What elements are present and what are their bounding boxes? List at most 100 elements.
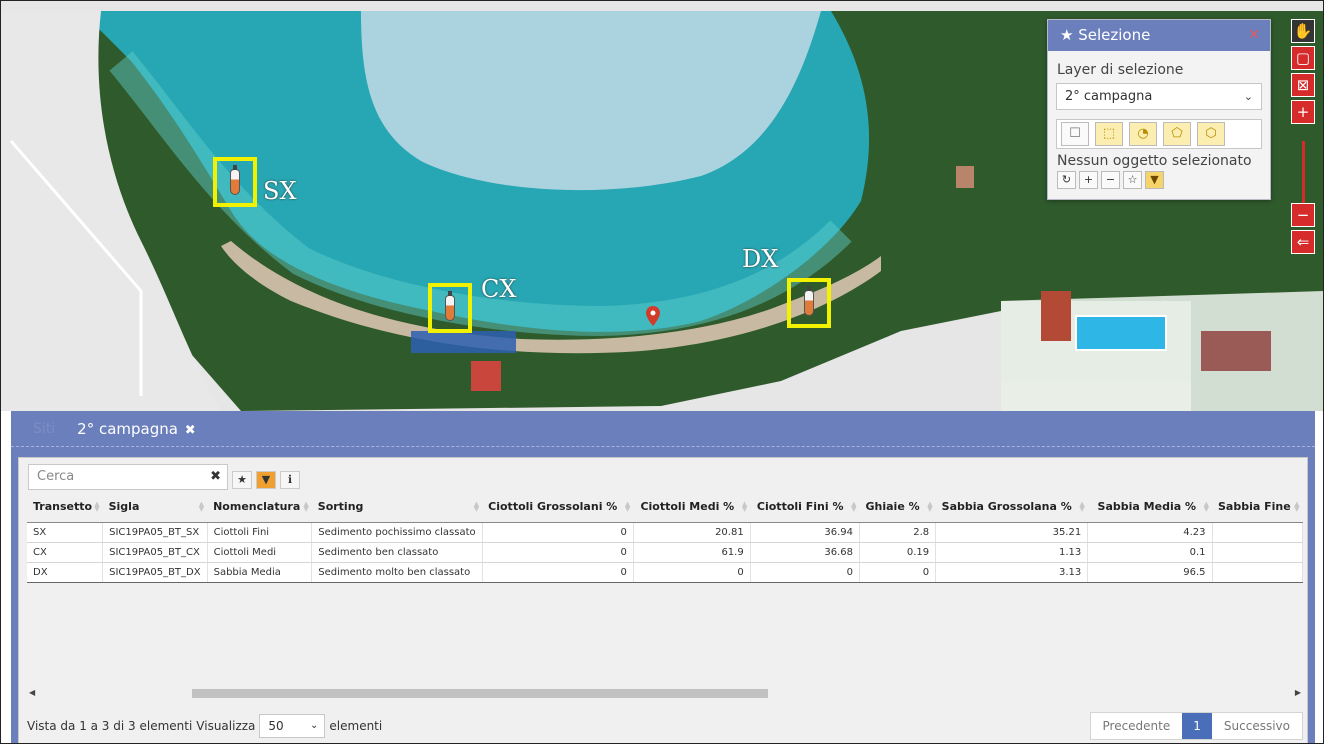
zoom-extent-icon[interactable]: ⊠ [1291, 73, 1315, 97]
table-cell: Sedimento molto ben classato [311, 562, 483, 583]
selection-status: Nessun oggetto selezionato [1057, 153, 1252, 169]
column-header[interactable]: Ciottoli Medi % ▲ ▼ [633, 492, 751, 523]
table-row[interactable]: CX SIC19PA05_BT_CX Ciottoli Medi Sedimento … [27, 542, 1303, 563]
table-cell [1212, 542, 1303, 563]
select-none-icon[interactable]: ☐ [1061, 122, 1089, 146]
select-freehand-icon[interactable]: ⬡ [1197, 122, 1225, 146]
table-cell: 0.1 [1087, 542, 1213, 563]
table-footer: Vista da 1 a 3 di 3 elementi Visualizza … [27, 712, 1303, 740]
sort-icon: ▲ ▼ [1203, 500, 1209, 513]
table-cell: 20.81 [633, 522, 751, 543]
sort-icon: ▲ ▼ [303, 500, 309, 513]
star-icon: ★ [1060, 26, 1074, 44]
map-view[interactable]: SX CX DX ★ Selezione ✕ Layer di selezion… [1, 1, 1323, 411]
column-header[interactable]: Ciottoli Fini % ▲ ▼ [750, 492, 860, 523]
table-cell: 0 [482, 562, 634, 583]
filter-icon[interactable]: ▼ [256, 471, 276, 489]
table-cell: SX [27, 522, 104, 543]
data-table: Transetto ▲ ▼ Sigla ▲ ▼ Nomenclatura ▲ ▼ Sorting ▲… [27, 492, 1303, 686]
tab-2-campagna[interactable]: 2° campagna ✖ [77, 420, 195, 438]
tab-siti[interactable]: Siti [33, 421, 55, 437]
scroll-right-icon[interactable]: ▶ [1295, 686, 1301, 700]
star-icon[interactable]: ★ [232, 471, 252, 489]
column-header[interactable]: Sabbia Fine ▲ ▼ [1212, 492, 1303, 523]
sort-icon: ▲ ▼ [94, 500, 100, 513]
column-header[interactable]: Sabbia Grossolana % ▲ ▼ [935, 492, 1088, 523]
table-cell: SIC19PA05_BT_CX [102, 542, 208, 563]
table-cell: 3.13 [935, 562, 1089, 583]
page-size-select[interactable]: 50 ⌄ [259, 714, 326, 738]
zoom-box-icon[interactable]: ▢ [1291, 46, 1315, 70]
select-rectangle-icon[interactable]: ⬚ [1095, 122, 1123, 146]
sampler-icon [230, 165, 240, 195]
map-toolbar: ✋ ▢ ⊠ + [1291, 19, 1315, 127]
table-row[interactable]: SX SIC19PA05_BT_SX Ciottoli Fini Sedimento … [27, 522, 1303, 543]
add-icon[interactable]: + [1079, 171, 1098, 189]
attribute-panel: Siti 2° campagna ✖ Cerca ✖ ★ ▼ ℹ Transet… [11, 411, 1315, 743]
transect-marker-sx[interactable] [213, 157, 257, 207]
column-header[interactable]: Sabbia Media % ▲ ▼ [1087, 492, 1212, 523]
zoom-out-icon[interactable]: − [1291, 203, 1315, 227]
table-cell: 35.21 [935, 522, 1089, 543]
info-icon[interactable]: ℹ [280, 471, 300, 489]
table-cell [1212, 522, 1303, 543]
table-cell: 36.68 [750, 542, 861, 563]
table-cell: Sedimento ben classato [311, 542, 483, 563]
layer-label: Layer di selezione [1057, 62, 1184, 78]
table-cell: 1.13 [935, 542, 1089, 563]
table-row[interactable]: DX SIC19PA05_BT_DX Sabbia Media Sedimento m… [27, 562, 1303, 583]
column-header[interactable]: Ghiaie % ▲ ▼ [859, 492, 936, 523]
zoom-in-icon[interactable]: + [1291, 100, 1315, 124]
table-cell: SIC19PA05_BT_SX [102, 522, 208, 543]
sort-icon: ▲ ▼ [1294, 500, 1300, 513]
table-cell: 61.9 [633, 542, 751, 563]
column-header[interactable]: Ciottoli Grossolani % ▲ ▼ [482, 492, 634, 523]
table-cell: CX [27, 542, 104, 563]
close-icon[interactable]: ✕ [1248, 20, 1260, 51]
column-header[interactable]: Sorting ▲ ▼ [311, 492, 483, 523]
table-cell: 0.19 [859, 542, 937, 563]
selection-tools: ☐ ⬚ ◔ ⬠ ⬡ [1056, 119, 1262, 149]
prev-page-button[interactable]: Precedente [1091, 713, 1183, 739]
collapse-panel-icon[interactable]: ⇐ [1291, 230, 1315, 254]
select-polygon-icon[interactable]: ⬠ [1163, 122, 1191, 146]
panel-tabs: Siti 2° campagna ✖ [11, 411, 1315, 447]
transect-marker-cx[interactable] [428, 283, 472, 333]
clear-search-icon[interactable]: ✖ [210, 465, 221, 489]
chevron-down-icon: ⌄ [1243, 90, 1253, 103]
column-header[interactable]: Transetto ▲ ▼ [27, 492, 103, 523]
sort-icon: ▲ ▼ [1079, 500, 1085, 513]
hand-pan-icon[interactable]: ✋ [1291, 19, 1315, 43]
remove-icon[interactable]: − [1101, 171, 1120, 189]
page-number-button[interactable]: 1 [1182, 713, 1212, 739]
column-header[interactable]: Nomenclatura ▲ ▼ [207, 492, 312, 523]
table-cell: SIC19PA05_BT_DX [102, 562, 208, 583]
scroll-left-icon[interactable]: ◀ [29, 686, 35, 700]
scrollbar-thumb[interactable] [192, 689, 768, 698]
sort-icon: ▲ ▼ [473, 500, 480, 513]
map-label-cx: CX [481, 275, 517, 303]
star-outline-icon[interactable]: ☆ [1123, 171, 1142, 189]
next-page-button[interactable]: Successivo [1212, 713, 1302, 739]
refresh-icon[interactable]: ↻ [1057, 171, 1076, 189]
selection-panel-header: ★ Selezione ✕ [1048, 20, 1270, 51]
pagination: Precedente 1 Successivo [1089, 712, 1303, 740]
close-tab-icon[interactable]: ✖ [185, 423, 196, 438]
table-cell [1212, 562, 1303, 583]
search-input[interactable]: Cerca ✖ [28, 464, 228, 490]
table-cell: 0 [482, 542, 634, 563]
location-pin-icon[interactable] [646, 306, 660, 326]
filter-icon[interactable]: ▼ [1145, 171, 1164, 189]
zoom-slider[interactable] [1302, 141, 1305, 205]
table-container: Cerca ✖ ★ ▼ ℹ Transetto ▲ ▼ Sigla ▲ ▼ Nomencla… [18, 457, 1308, 743]
map-toolbar-lower: − ⇐ [1291, 203, 1315, 257]
result-info: Vista da 1 a 3 di 3 elementi [27, 719, 193, 733]
transect-marker-dx[interactable] [787, 278, 831, 328]
layer-select[interactable]: 2° campagna ⌄ [1056, 83, 1262, 110]
selection-panel-title: Selezione [1078, 26, 1151, 44]
table-cell: Sabbia Media [207, 562, 313, 583]
table-cell: 0 [633, 562, 751, 583]
horizontal-scrollbar[interactable]: ◀ ▶ [27, 686, 1303, 700]
column-header[interactable]: Sigla ▲ ▼ [102, 492, 208, 523]
select-circle-icon[interactable]: ◔ [1129, 122, 1157, 146]
